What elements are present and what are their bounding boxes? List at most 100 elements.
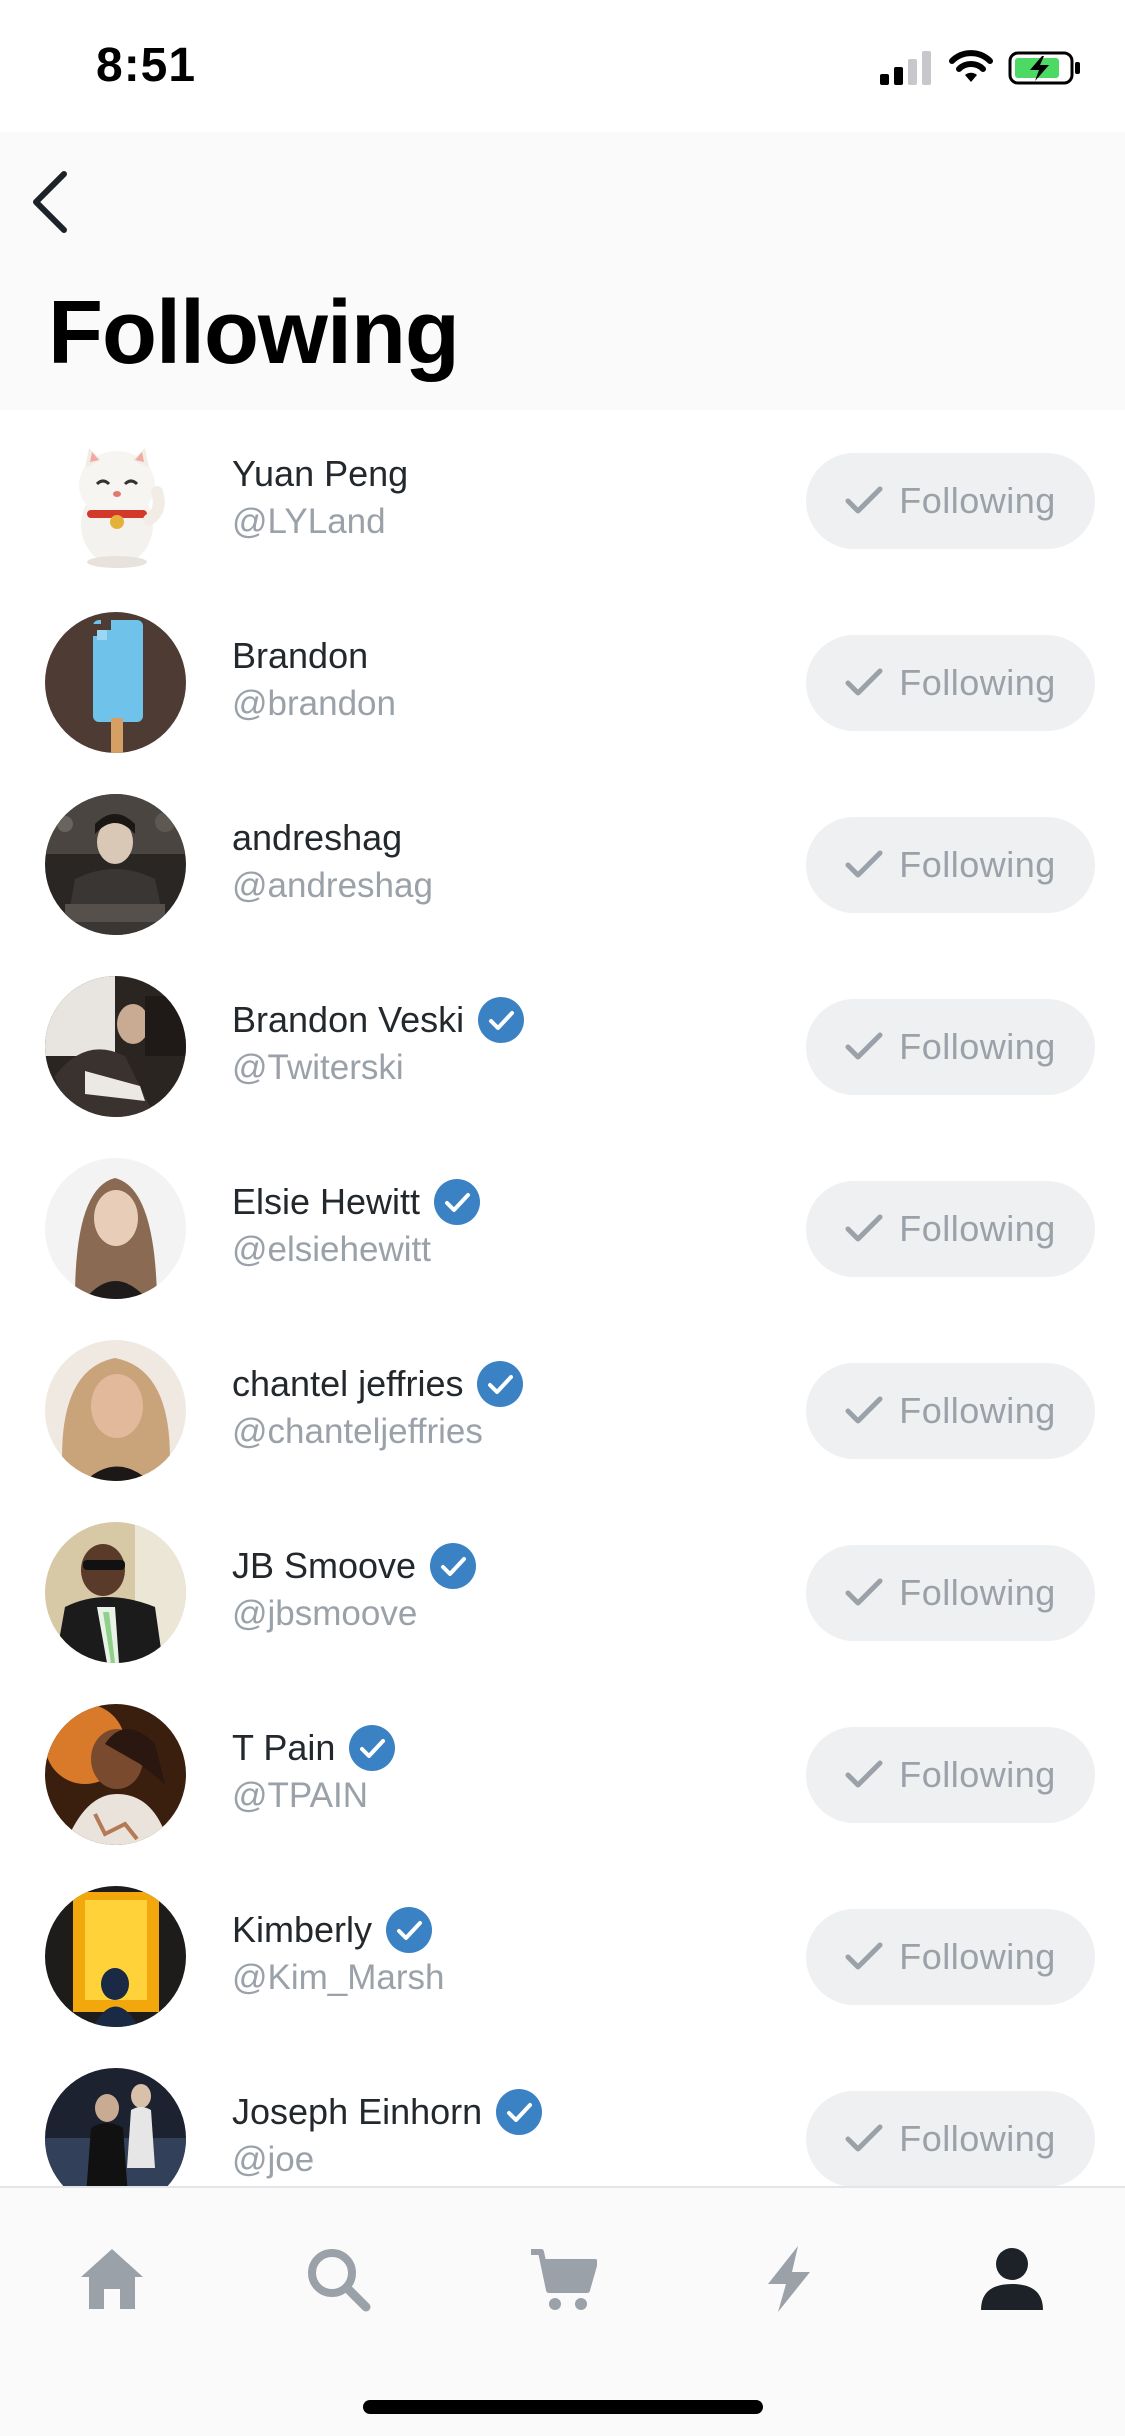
user-name[interactable]: Brandon (232, 635, 368, 677)
home-icon (81, 2249, 143, 2309)
user-name[interactable]: Joseph Einhorn (232, 2091, 482, 2133)
search-icon (308, 2249, 371, 2312)
verified-badge-icon (496, 2089, 543, 2135)
following-button-label: Following (899, 480, 1056, 521)
checkmark-icon (845, 1396, 883, 1424)
checkmark-icon (845, 486, 883, 514)
user-names: JB Smoove @jbsmoove (232, 1540, 792, 1634)
user-names: Brandon Veski @Twiterski (232, 994, 792, 1088)
following-button-label: Following (899, 662, 1056, 703)
user-names: Brandon @brandon (232, 630, 792, 724)
user-handle[interactable]: @chanteljeffries (232, 1412, 792, 1452)
user-row[interactable]: Elsie Hewitt @elsiehewitt Following (0, 1138, 1125, 1320)
following-button[interactable]: Following (806, 1727, 1095, 1823)
back-button[interactable] (20, 162, 80, 242)
following-button[interactable]: Following (806, 453, 1095, 549)
following-button[interactable]: Following (806, 635, 1095, 731)
following-button[interactable]: Following (806, 817, 1095, 913)
user-handle[interactable]: @TPAIN (232, 1776, 792, 1816)
checkmark-icon (845, 1942, 883, 1970)
checkmark-icon (845, 668, 883, 696)
verified-badge-icon (477, 1361, 524, 1407)
following-button-label: Following (899, 1208, 1056, 1249)
checkmark-icon (845, 1214, 883, 1242)
cellular-signal-icon (880, 51, 931, 85)
following-button[interactable]: Following (806, 1909, 1095, 2005)
following-button-label: Following (899, 1754, 1056, 1795)
user-row[interactable]: Kimberly @Kim_Marsh Following (0, 1866, 1125, 2048)
home-indicator[interactable] (363, 2400, 763, 2414)
tab-search[interactable] (283, 2234, 393, 2324)
profile-icon (981, 2248, 1043, 2310)
following-button-label: Following (899, 844, 1056, 885)
following-button-label: Following (899, 1390, 1056, 1431)
following-list: Yuan Peng @LYLand Following Brandon @bra… (0, 410, 1125, 2186)
user-row[interactable]: Yuan Peng @LYLand Following (0, 410, 1125, 592)
user-row[interactable]: Joseph Einhorn @joe Following (0, 2048, 1125, 2186)
user-handle[interactable]: @andreshag (232, 866, 792, 906)
user-names: Joseph Einhorn @joe (232, 2086, 792, 2180)
user-name[interactable]: T Pain (232, 1727, 335, 1769)
user-handle[interactable]: @LYLand (232, 502, 792, 542)
following-button[interactable]: Following (806, 1545, 1095, 1641)
page-title: Following (48, 283, 460, 383)
following-button[interactable]: Following (806, 2091, 1095, 2186)
verified-badge-icon (349, 1725, 396, 1771)
following-button[interactable]: Following (806, 1181, 1095, 1277)
following-button[interactable]: Following (806, 1363, 1095, 1459)
avatar (45, 1158, 186, 1299)
user-handle[interactable]: @joe (232, 2140, 792, 2180)
avatar (45, 794, 186, 935)
following-button-label: Following (899, 1572, 1056, 1613)
user-names: T Pain @TPAIN (232, 1722, 792, 1816)
following-button-label: Following (899, 1026, 1056, 1067)
user-names: Kimberly @Kim_Marsh (232, 1904, 792, 1998)
user-row[interactable]: JB Smoove @jbsmoove Following (0, 1502, 1125, 1684)
verified-badge-icon (386, 1907, 433, 1953)
following-button-label: Following (899, 2118, 1056, 2159)
checkmark-icon (845, 2124, 883, 2152)
user-handle[interactable]: @jbsmoove (232, 1594, 792, 1634)
avatar (45, 1522, 186, 1663)
user-name[interactable]: Elsie Hewitt (232, 1181, 420, 1223)
user-handle[interactable]: @Kim_Marsh (232, 1958, 792, 1998)
user-names: Yuan Peng @LYLand (232, 448, 792, 542)
cart-icon (531, 2249, 597, 2310)
user-row[interactable]: Brandon Veski @Twiterski Following (0, 956, 1125, 1138)
battery-charging-icon (1008, 51, 1080, 85)
checkmark-icon (845, 1578, 883, 1606)
user-handle[interactable]: @elsiehewitt (232, 1230, 792, 1270)
checkmark-icon (845, 1760, 883, 1788)
user-name[interactable]: andreshag (232, 817, 402, 859)
user-names: chantel jeffries @chanteljeffries (232, 1358, 792, 1452)
user-row[interactable]: chantel jeffries @chanteljeffries Follow… (0, 1320, 1125, 1502)
avatar (45, 612, 186, 753)
lightning-icon (768, 2246, 810, 2312)
tab-home[interactable] (57, 2234, 167, 2324)
checkmark-icon (845, 850, 883, 878)
header: Following (0, 132, 1125, 410)
user-row[interactable]: T Pain @TPAIN Following (0, 1684, 1125, 1866)
user-name[interactable]: JB Smoove (232, 1545, 416, 1587)
user-handle[interactable]: @Twiterski (232, 1048, 792, 1088)
avatar (45, 976, 186, 1117)
checkmark-icon (845, 1032, 883, 1060)
tab-bar (0, 2186, 1125, 2436)
avatar (45, 2068, 186, 2186)
user-row[interactable]: andreshag @andreshag Following (0, 774, 1125, 956)
tab-cart[interactable] (508, 2234, 618, 2324)
tab-profile[interactable] (957, 2234, 1067, 2324)
avatar (45, 1886, 186, 2027)
user-name[interactable]: Brandon Veski (232, 999, 464, 1041)
user-name[interactable]: chantel jeffries (232, 1363, 463, 1405)
following-button[interactable]: Following (806, 999, 1095, 1095)
avatar (45, 1704, 186, 1845)
verified-badge-icon (434, 1179, 481, 1225)
user-handle[interactable]: @brandon (232, 684, 792, 724)
user-name[interactable]: Yuan Peng (232, 453, 408, 495)
tab-activity[interactable] (734, 2234, 844, 2324)
chevron-left-icon (33, 171, 67, 233)
user-name[interactable]: Kimberly (232, 1909, 372, 1951)
user-row[interactable]: Brandon @brandon Following (0, 592, 1125, 774)
status-bar: 8:51 (0, 0, 1125, 132)
